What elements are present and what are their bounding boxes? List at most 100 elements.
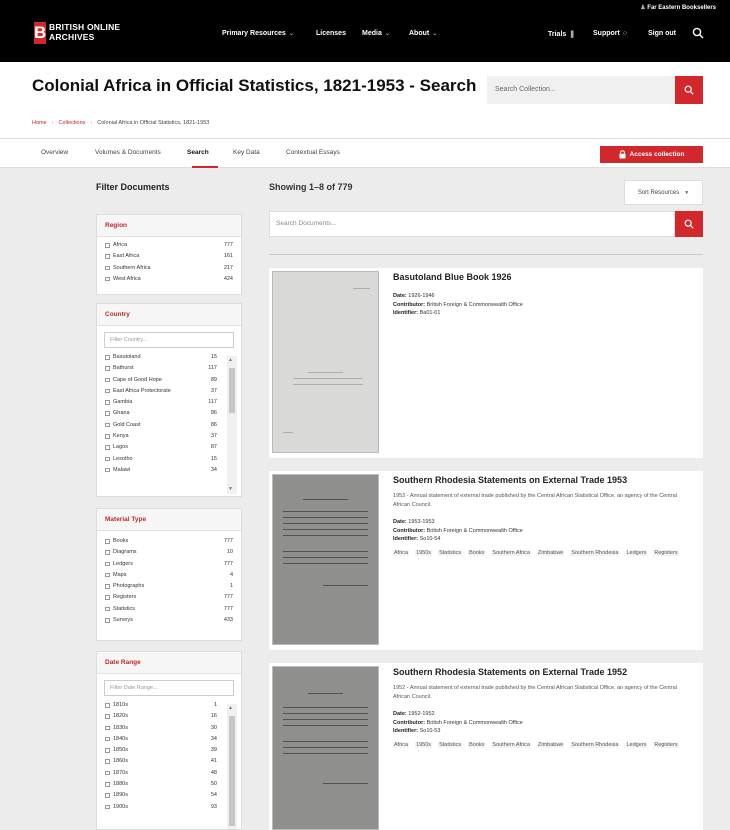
tag[interactable]: 1950s <box>415 550 433 556</box>
tab-volumes-documents[interactable]: Volumes & Documents <box>95 149 161 156</box>
tag[interactable]: Ledgers <box>625 742 648 748</box>
checkbox[interactable] <box>105 759 110 764</box>
date-range-scrollbar[interactable]: ▲ <box>227 704 237 829</box>
checkbox[interactable] <box>105 254 110 259</box>
checkbox[interactable] <box>105 434 110 439</box>
checkbox[interactable] <box>105 550 110 555</box>
sort-resources-dropdown[interactable]: Sort Resources ▼ <box>624 180 703 205</box>
tab-search[interactable]: Search <box>187 149 209 156</box>
result-card[interactable]: Southern Rhodesia Statements on External… <box>269 663 703 830</box>
date-option[interactable]: 1860s 41 <box>97 756 241 767</box>
filter-date-range-input[interactable]: Filter Date Range... <box>104 680 234 696</box>
country-filter-heading[interactable]: Country <box>97 304 241 326</box>
country-option[interactable]: Gambia 117 <box>97 397 241 408</box>
country-option[interactable]: Lagos 87 <box>97 442 241 453</box>
checkbox[interactable] <box>105 770 110 776</box>
tag[interactable]: Southern Rhodesia <box>570 742 620 748</box>
tab-key-data[interactable]: Key Data <box>233 149 260 156</box>
checkbox[interactable] <box>105 276 110 282</box>
material-option[interactable]: Maps 4 <box>97 570 241 581</box>
checkbox[interactable] <box>105 400 110 405</box>
country-option[interactable]: Cape of Good Hope 89 <box>97 375 241 386</box>
checkbox[interactable] <box>105 725 110 731</box>
region-option-southern-africa[interactable]: Southern Africa 217 <box>97 263 241 274</box>
document-thumbnail[interactable] <box>272 271 379 453</box>
far-eastern-booksellers-link[interactable]: ♟ Far Eastern Booksellers <box>640 4 716 11</box>
country-option[interactable]: Bathurst 117 <box>97 363 241 374</box>
checkbox[interactable] <box>105 377 110 383</box>
tab-contextual-essays[interactable]: Contextual Essays <box>286 149 340 156</box>
tag[interactable]: Southern Africa <box>491 550 531 556</box>
brand-logo[interactable]: B BRITISH ONLINE ARCHIVES <box>34 22 120 44</box>
nav-primary-resources[interactable]: Primary Resources ⌄ <box>222 30 294 37</box>
country-option[interactable]: Kenya 37 <box>97 431 241 442</box>
nav-media[interactable]: Media ⌄ <box>362 30 390 37</box>
checkbox[interactable] <box>105 714 110 719</box>
date-option[interactable]: 1890s 54 <box>97 790 241 801</box>
checkbox[interactable] <box>105 595 110 600</box>
checkbox[interactable] <box>105 539 110 544</box>
date-option[interactable]: 1820s 16 <box>97 711 241 722</box>
scrollbar-thumb[interactable] <box>229 368 235 413</box>
scroll-up-icon[interactable]: ▲ <box>228 705 233 711</box>
date-option[interactable]: 1830s 30 <box>97 723 241 734</box>
checkbox[interactable] <box>105 422 110 428</box>
result-title[interactable]: Southern Rhodesia Statements on External… <box>393 475 627 485</box>
checkbox[interactable] <box>105 366 110 371</box>
collection-search-button[interactable] <box>675 76 703 104</box>
checkbox[interactable] <box>105 265 110 271</box>
checkbox[interactable] <box>105 606 110 612</box>
checkbox[interactable] <box>105 355 110 360</box>
nav-search-icon[interactable] <box>692 27 704 39</box>
checkbox[interactable] <box>105 467 110 473</box>
checkbox[interactable] <box>105 456 110 462</box>
nav-trials[interactable]: Trials ❚ <box>548 30 575 39</box>
checkbox[interactable] <box>105 703 110 708</box>
tag[interactable]: Southern Africa <box>491 742 531 748</box>
material-type-filter-heading[interactable]: Material Type <box>97 509 241 531</box>
breadcrumb-collections[interactable]: Collections <box>59 120 86 126</box>
country-scrollbar[interactable]: ▲ ▼ <box>227 356 237 494</box>
date-option[interactable]: 1880s 50 <box>97 779 241 790</box>
material-option[interactable]: Registers 777 <box>97 592 241 603</box>
nav-sign-out[interactable]: Sign out <box>648 30 676 37</box>
result-card[interactable]: Basutoland Blue Book 1926 Date: 1926-194… <box>269 268 703 458</box>
region-option-east-africa[interactable]: East Africa 161 <box>97 251 241 262</box>
scroll-up-icon[interactable]: ▲ <box>228 357 233 363</box>
tag[interactable]: Registers <box>653 742 679 748</box>
tag[interactable]: 1950s <box>415 742 433 748</box>
date-option[interactable]: 1870s 48 <box>97 768 241 779</box>
tag[interactable]: Statistics <box>438 550 463 556</box>
checkbox[interactable] <box>105 736 110 742</box>
checkbox[interactable] <box>105 388 110 394</box>
tag[interactable]: Africa <box>393 742 410 748</box>
country-option[interactable]: East Africa Protectorate 37 <box>97 386 241 397</box>
checkbox[interactable] <box>105 748 110 753</box>
material-option[interactable]: Diagrams 10 <box>97 547 241 558</box>
search-documents-input[interactable]: Search Documents... <box>269 211 675 237</box>
tag[interactable]: Zimbabwe <box>536 550 565 556</box>
country-option[interactable]: Lesotho 15 <box>97 454 241 465</box>
region-option-africa[interactable]: Africa 777 <box>97 240 241 251</box>
tag[interactable]: Southern Rhodesia <box>570 550 620 556</box>
country-option[interactable]: Ghana 86 <box>97 408 241 419</box>
material-option[interactable]: Books 777 <box>97 536 241 547</box>
checkbox[interactable] <box>105 243 110 248</box>
region-option-west-africa[interactable]: West Africa 424 <box>97 274 241 285</box>
tag[interactable]: Statistics <box>438 742 463 748</box>
material-option[interactable]: Photographs 1 <box>97 581 241 592</box>
material-option[interactable]: Ledgers 777 <box>97 559 241 570</box>
date-option[interactable]: 1840s 34 <box>97 734 241 745</box>
checkbox[interactable] <box>105 793 110 798</box>
checkbox[interactable] <box>105 445 110 450</box>
checkbox[interactable] <box>105 782 110 787</box>
tag[interactable]: Zimbabwe <box>536 742 565 748</box>
tab-overview[interactable]: Overview <box>41 149 68 156</box>
tag[interactable]: Ledgers <box>625 550 648 556</box>
checkbox[interactable] <box>105 804 110 810</box>
filter-country-input[interactable]: Filter Country... <box>104 332 234 348</box>
tag[interactable]: Africa <box>393 550 410 556</box>
checkbox[interactable] <box>105 411 110 416</box>
collection-search-input[interactable]: Search Collection... <box>487 76 677 104</box>
country-option[interactable]: Malawi 34 <box>97 465 241 476</box>
